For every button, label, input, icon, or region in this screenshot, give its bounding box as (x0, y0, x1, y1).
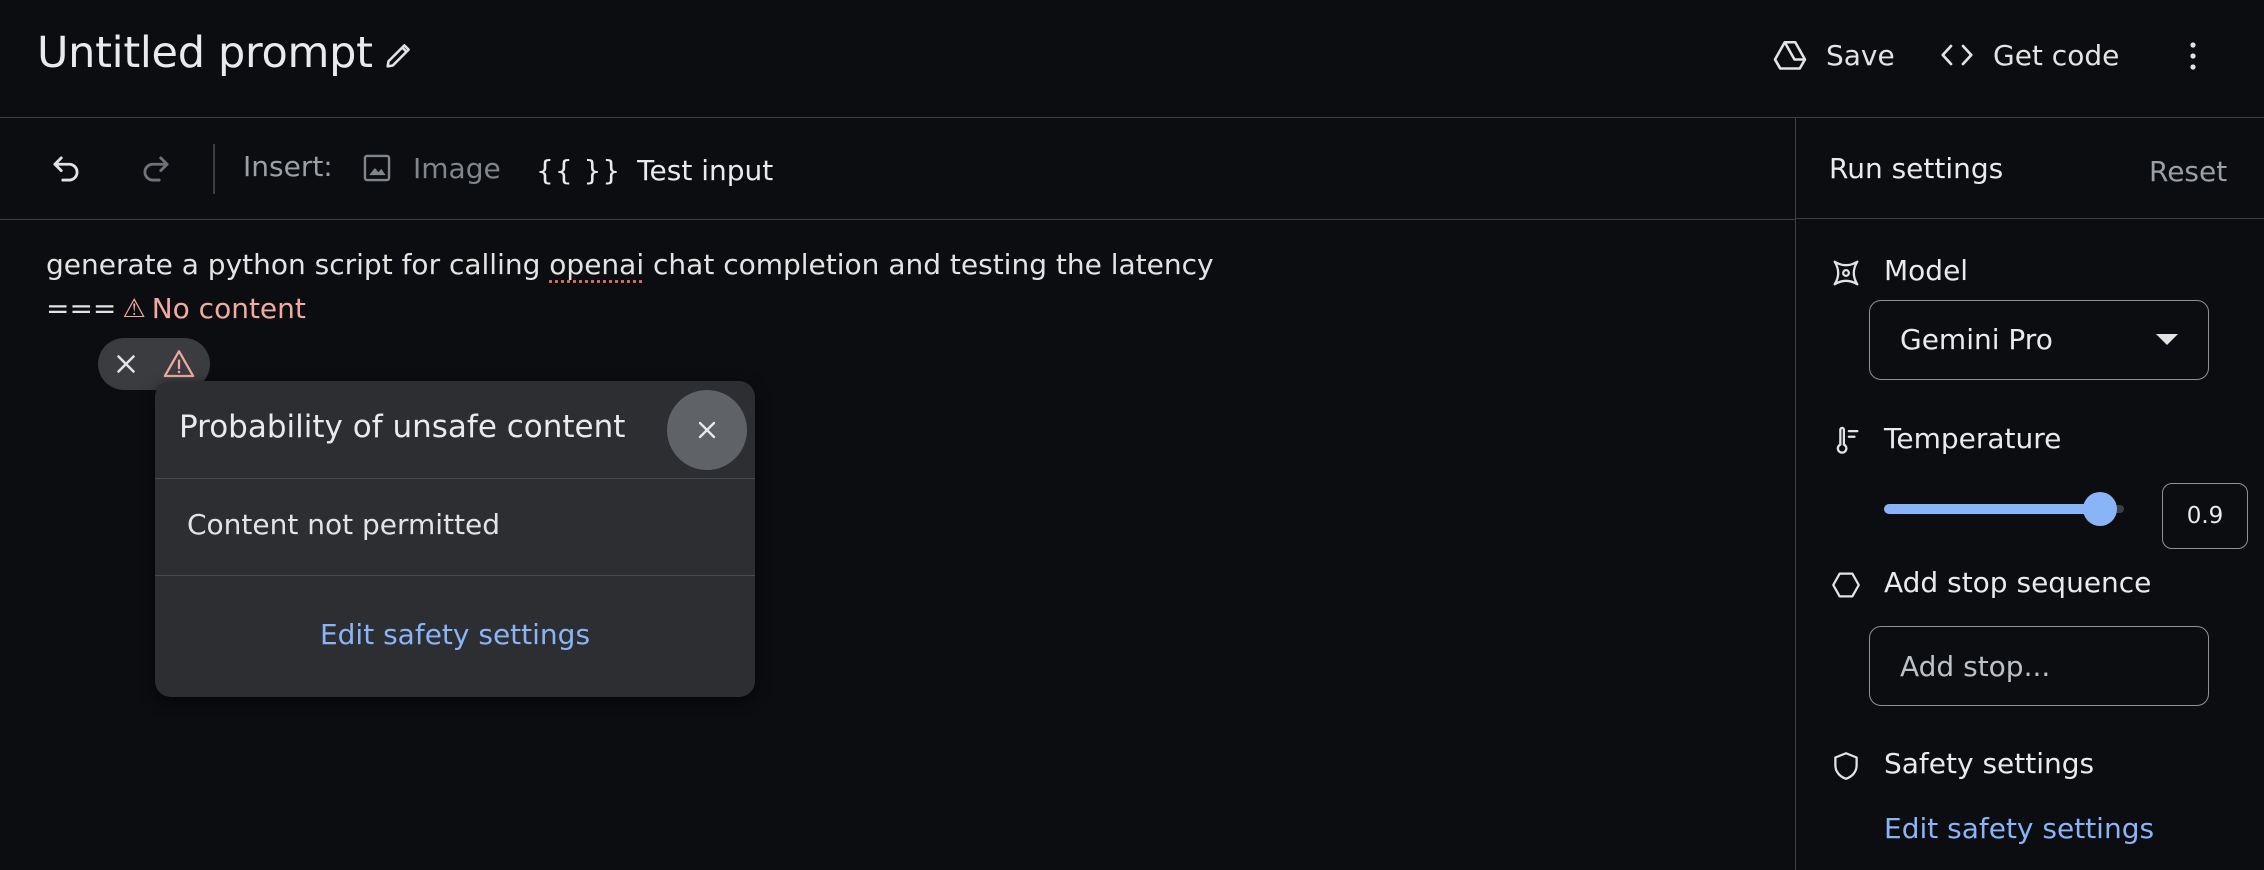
slider-thumb[interactable] (2083, 492, 2117, 526)
slider-fill (1884, 504, 2100, 514)
warning-icon: ⚠ (122, 294, 145, 324)
shield-icon (1829, 749, 1863, 783)
insert-label: Insert: (243, 150, 333, 183)
unsafe-content-popup: Probability of unsafe content Content no… (155, 381, 755, 697)
run-settings-panel: Run settings Reset Model Gemini Pro Temp… (1795, 118, 2264, 870)
insert-image-button[interactable]: Image (360, 146, 501, 190)
save-button[interactable]: Save (1772, 33, 1895, 77)
undo-icon[interactable] (47, 150, 85, 188)
more-vert-icon[interactable] (2178, 36, 2208, 76)
drive-icon (1772, 37, 1808, 73)
braces-icon: {{ }} (536, 154, 621, 187)
divider (1796, 218, 2264, 219)
test-input-label: Test input (637, 154, 773, 187)
code-icon (1939, 37, 1975, 73)
save-label: Save (1826, 39, 1895, 72)
model-value: Gemini Pro (1900, 323, 2053, 356)
popup-title: Probability of unsafe content (179, 409, 625, 445)
prompt-text-part: chat completion and testing the latency (644, 248, 1213, 281)
toolbar-divider (213, 144, 215, 194)
thermometer-icon (1829, 424, 1863, 458)
divider (155, 575, 755, 576)
close-icon[interactable] (111, 349, 141, 379)
close-icon (693, 416, 721, 444)
stop-sequence-label: Add stop sequence (1884, 566, 2151, 599)
temperature-slider[interactable] (1884, 492, 2124, 526)
prompt-text-part: generate a python script for calling (46, 248, 549, 281)
test-input-button[interactable]: {{ }} Test input (536, 148, 773, 192)
dropdown-arrow-icon (2156, 334, 2178, 345)
edit-safety-settings-link[interactable]: Edit safety settings (155, 618, 755, 651)
prompt-text[interactable]: generate a python script for calling ope… (46, 248, 1214, 281)
popup-message: Content not permitted (187, 508, 500, 541)
misspelled-word: openai (549, 248, 644, 281)
app-header: Untitled prompt Save Get code (0, 0, 2264, 118)
temperature-value-input[interactable]: 0.9 (2162, 483, 2248, 549)
pencil-icon[interactable] (382, 38, 416, 72)
temperature-label: Temperature (1884, 422, 2061, 455)
get-code-button[interactable]: Get code (1939, 33, 2119, 77)
model-select[interactable]: Gemini Pro (1869, 300, 2209, 380)
stop-sequence-input[interactable] (1869, 626, 2209, 706)
popup-close-button[interactable] (667, 390, 747, 470)
reset-button[interactable]: Reset (2149, 155, 2227, 188)
divider (155, 478, 755, 479)
redo-icon[interactable] (137, 150, 175, 188)
safety-settings-label: Safety settings (1884, 747, 2094, 780)
model-icon (1829, 256, 1863, 290)
warning-icon[interactable] (162, 347, 196, 381)
model-response: === ⚠ No content (46, 292, 306, 325)
prompt-toolbar: Insert: Image {{ }} Test input (0, 118, 1795, 220)
page-title: Untitled prompt (37, 28, 373, 78)
image-label: Image (413, 152, 501, 185)
model-label: Model (1884, 254, 1968, 287)
edit-safety-settings-link[interactable]: Edit safety settings (1884, 812, 2154, 845)
get-code-label: Get code (1993, 39, 2119, 72)
image-icon (360, 151, 394, 185)
no-content-label: No content (152, 292, 306, 325)
hexagon-icon (1829, 568, 1863, 602)
response-prefix: === (46, 292, 116, 325)
run-settings-title: Run settings (1829, 152, 2003, 185)
